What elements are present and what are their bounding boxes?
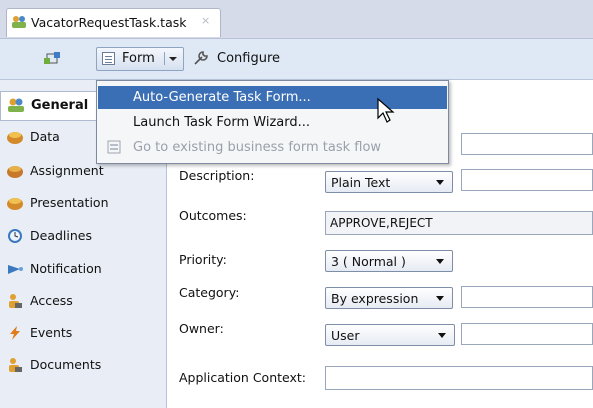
- description-type-select[interactable]: Plain Text: [325, 171, 453, 193]
- owner-type-select[interactable]: User: [325, 324, 455, 346]
- nav-item-label: General: [31, 98, 89, 113]
- title-text-field[interactable]: [461, 133, 593, 155]
- nav-item-label: Access: [30, 293, 73, 308]
- access-icon: [9, 294, 22, 308]
- validate-icon[interactable]: [42, 50, 64, 68]
- form-icon: [102, 52, 115, 65]
- nav-item-deadlines[interactable]: Deadlines: [0, 223, 166, 249]
- menu-item-label: Launch Task Form Wizard...: [133, 115, 311, 130]
- editor-tab[interactable]: VacatorRequestTask.task ×: [6, 8, 221, 37]
- task-file-icon: [12, 16, 26, 28]
- description-type-value: Plain Text: [331, 175, 391, 190]
- category-select[interactable]: By expression: [325, 287, 453, 309]
- nav-item-label: Deadlines: [30, 228, 92, 243]
- nav-item-label: Documents: [30, 357, 102, 372]
- presentation-icon: [7, 198, 23, 210]
- form-dropdown-menu: Auto-Generate Task Form... Launch Task F…: [96, 80, 449, 164]
- mouse-cursor-icon: [377, 97, 395, 123]
- data-icon: [7, 132, 23, 144]
- outcomes-value: APPROVE,REJECT: [330, 216, 433, 230]
- priority-value: 3 ( Normal ): [331, 254, 406, 269]
- menu-item-label: Auto-Generate Task Form...: [133, 90, 311, 105]
- notification-icon: [8, 265, 23, 274]
- documents-icon: [9, 358, 22, 372]
- owner-label: Owner:: [179, 321, 224, 336]
- chevron-down-icon: [436, 259, 444, 264]
- priority-select[interactable]: 3 ( Normal ): [325, 250, 453, 272]
- tab-title: VacatorRequestTask.task: [31, 15, 187, 30]
- priority-label: Priority:: [179, 252, 227, 267]
- clock-icon: [8, 229, 22, 243]
- nav-item-label: Notification: [30, 261, 102, 276]
- menu-item-label: Go to existing business form task flow: [133, 140, 382, 155]
- nav-item-presentation[interactable]: Presentation: [0, 190, 166, 216]
- chevron-down-icon: [438, 333, 446, 338]
- nav-item-label: Events: [30, 325, 73, 340]
- general-icon: [8, 98, 24, 112]
- configure-button[interactable]: Configure: [217, 51, 280, 66]
- nav-item-documents[interactable]: Documents: [0, 352, 166, 378]
- description-label: Description:: [179, 168, 255, 183]
- menu-item-go-to-existing-form: Go to existing business form task flow: [98, 136, 447, 159]
- outcomes-field[interactable]: APPROVE,REJECT: [325, 211, 593, 235]
- chevron-down-icon: [436, 296, 444, 301]
- form-button-label: Form: [122, 51, 155, 66]
- nav-item-label: Presentation: [30, 195, 109, 210]
- nav-item-access[interactable]: Access: [0, 288, 166, 314]
- owner-type-value: User: [331, 328, 360, 343]
- wrench-icon[interactable]: [192, 49, 210, 67]
- lightning-icon: [10, 326, 20, 340]
- application-context-field[interactable]: [325, 366, 593, 390]
- application-context-label: Application Context:: [179, 370, 306, 385]
- nav-item-label: Data: [30, 129, 60, 144]
- category-expression-field[interactable]: [461, 286, 593, 308]
- editor-tab-strip: VacatorRequestTask.task ×: [0, 0, 593, 39]
- category-value: By expression: [331, 291, 419, 306]
- chevron-down-icon: [436, 180, 444, 185]
- tab-close-icon[interactable]: ×: [201, 14, 210, 27]
- chevron-down-icon[interactable]: [164, 52, 180, 65]
- category-label: Category:: [179, 285, 240, 300]
- owner-field[interactable]: [461, 323, 593, 345]
- nav-item-label: Assignment: [30, 163, 104, 178]
- form-dropdown-button[interactable]: Form: [96, 47, 184, 71]
- outcomes-label: Outcomes:: [179, 208, 247, 223]
- form-flow-icon: [107, 140, 121, 154]
- nav-item-notification[interactable]: Notification: [0, 256, 166, 282]
- description-field[interactable]: [461, 169, 593, 191]
- task-editor-toolbar: Form Configure: [0, 39, 593, 80]
- assignment-icon: [7, 166, 23, 178]
- nav-item-events[interactable]: Events: [0, 320, 166, 346]
